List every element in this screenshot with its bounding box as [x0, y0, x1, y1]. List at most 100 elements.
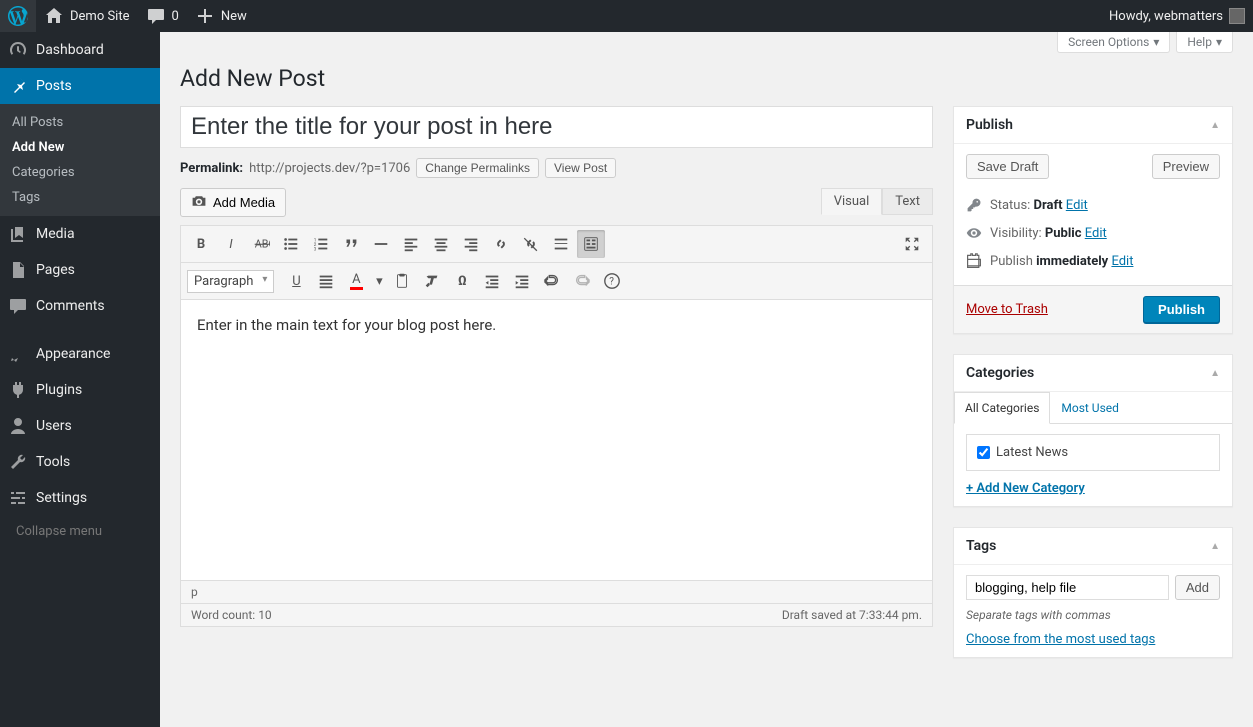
- toolbar-toggle-button[interactable]: [577, 230, 605, 258]
- align-right-button[interactable]: [457, 230, 485, 258]
- sub-tags[interactable]: Tags: [0, 185, 160, 210]
- bold-button[interactable]: B: [187, 230, 215, 258]
- menu-pages[interactable]: Pages: [0, 252, 160, 288]
- wp-logo[interactable]: [0, 0, 36, 32]
- textcolor-dropdown[interactable]: ▾: [372, 267, 386, 295]
- all-categories-tab[interactable]: All Categories: [954, 392, 1050, 424]
- collapse-label: Collapse menu: [16, 524, 102, 539]
- indent-button[interactable]: [508, 267, 536, 295]
- screen-options-tab[interactable]: Screen Options ▾: [1057, 32, 1170, 53]
- publish-button[interactable]: Publish: [1143, 296, 1220, 323]
- strikethrough-button[interactable]: ABC: [247, 230, 275, 258]
- post-title-input[interactable]: [180, 106, 933, 148]
- visual-tab[interactable]: Visual: [821, 188, 883, 215]
- fullscreen-button[interactable]: [898, 230, 926, 258]
- wrench-icon: [8, 452, 28, 472]
- clear-format-button[interactable]: [418, 267, 446, 295]
- italic-button[interactable]: I: [217, 230, 245, 258]
- menu-label: Dashboard: [36, 42, 104, 58]
- add-tag-button[interactable]: Add: [1175, 575, 1220, 600]
- chevron-up-icon: ▲: [1210, 120, 1220, 131]
- edit-schedule-link[interactable]: Edit: [1111, 254, 1133, 269]
- submenu-posts: All Posts Add New Categories Tags: [0, 104, 160, 216]
- special-char-button[interactable]: Ω: [448, 267, 476, 295]
- pages-icon: [8, 260, 28, 280]
- add-media-button[interactable]: Add Media: [180, 188, 286, 217]
- category-checkbox[interactable]: [977, 446, 990, 459]
- category-list: Latest News: [966, 434, 1220, 471]
- menu-label: Comments: [36, 298, 105, 314]
- align-center-button[interactable]: [427, 230, 455, 258]
- menu-media[interactable]: Media: [0, 216, 160, 252]
- new-content-link[interactable]: New: [187, 0, 255, 32]
- move-to-trash-link[interactable]: Move to Trash: [966, 302, 1048, 317]
- user-account-link[interactable]: Howdy, webmatters: [1101, 0, 1253, 32]
- menu-posts[interactable]: Posts: [0, 68, 160, 104]
- most-used-tab[interactable]: Most Used: [1050, 392, 1130, 424]
- key-icon: [966, 197, 982, 213]
- underline-button[interactable]: U: [282, 267, 310, 295]
- category-item[interactable]: Latest News: [977, 445, 1209, 460]
- publish-header[interactable]: Publish▲: [954, 107, 1232, 144]
- choose-tags-link[interactable]: Choose from the most used tags: [966, 632, 1155, 647]
- preview-button[interactable]: Preview: [1152, 154, 1220, 179]
- menu-label: Plugins: [36, 382, 82, 398]
- outdent-button[interactable]: [478, 267, 506, 295]
- tags-input[interactable]: [966, 575, 1169, 600]
- menu-label: Appearance: [36, 346, 110, 362]
- change-permalinks-button[interactable]: Change Permalinks: [416, 158, 539, 178]
- format-select[interactable]: Paragraph: [187, 270, 274, 293]
- word-count: Word count: 10: [191, 608, 272, 622]
- menu-label: Tools: [36, 454, 70, 470]
- editor-box: B I ABC 123: [180, 225, 933, 604]
- link-button[interactable]: [487, 230, 515, 258]
- unlink-button[interactable]: [517, 230, 545, 258]
- justify-button[interactable]: [312, 267, 340, 295]
- categories-header[interactable]: Categories▲: [954, 355, 1232, 392]
- site-name-link[interactable]: Demo Site: [36, 0, 138, 32]
- readmore-button[interactable]: [547, 230, 575, 258]
- edit-status-link[interactable]: Edit: [1066, 198, 1088, 213]
- menu-label: Posts: [36, 78, 72, 94]
- align-left-button[interactable]: [397, 230, 425, 258]
- schedule-row: Publish immediately Edit: [966, 247, 1220, 275]
- categories-metabox: Categories▲ All Categories Most Used Lat…: [953, 354, 1233, 507]
- bullet-list-button[interactable]: [277, 230, 305, 258]
- menu-appearance[interactable]: Appearance: [0, 336, 160, 372]
- hr-button[interactable]: [367, 230, 395, 258]
- menu-tools[interactable]: Tools: [0, 444, 160, 480]
- view-post-button[interactable]: View Post: [545, 158, 616, 178]
- dashboard-icon: [8, 40, 28, 60]
- save-draft-button[interactable]: Save Draft: [966, 154, 1049, 179]
- sub-all-posts[interactable]: All Posts: [0, 110, 160, 135]
- new-label: New: [221, 9, 247, 24]
- help-button[interactable]: ?: [598, 267, 626, 295]
- menu-plugins[interactable]: Plugins: [0, 372, 160, 408]
- sub-categories[interactable]: Categories: [0, 160, 160, 185]
- menu-dashboard[interactable]: Dashboard: [0, 32, 160, 68]
- text-tab[interactable]: Text: [882, 188, 933, 215]
- collapse-menu[interactable]: Collapse menu: [0, 516, 160, 547]
- brush-icon: [8, 344, 28, 364]
- redo-button[interactable]: [568, 267, 596, 295]
- tags-header[interactable]: Tags▲: [954, 528, 1232, 565]
- undo-button[interactable]: [538, 267, 566, 295]
- eye-icon: [966, 225, 982, 241]
- textcolor-button[interactable]: A: [342, 267, 370, 295]
- add-category-link[interactable]: + Add New Category: [966, 481, 1085, 496]
- menu-settings[interactable]: Settings: [0, 480, 160, 516]
- comments-link[interactable]: 0: [138, 0, 187, 32]
- svg-text:?: ?: [610, 277, 615, 288]
- plug-icon: [8, 380, 28, 400]
- blockquote-button[interactable]: [337, 230, 365, 258]
- help-tab[interactable]: Help ▾: [1176, 32, 1233, 53]
- numbered-list-button[interactable]: 123: [307, 230, 335, 258]
- avatar: [1229, 8, 1245, 24]
- paste-text-button[interactable]: [388, 267, 416, 295]
- menu-comments[interactable]: Comments: [0, 288, 160, 324]
- chevron-down-icon: ▾: [1216, 35, 1222, 49]
- sub-add-new[interactable]: Add New: [0, 135, 160, 160]
- editor-body[interactable]: Enter in the main text for your blog pos…: [181, 300, 932, 580]
- menu-users[interactable]: Users: [0, 408, 160, 444]
- edit-visibility-link[interactable]: Edit: [1085, 226, 1107, 241]
